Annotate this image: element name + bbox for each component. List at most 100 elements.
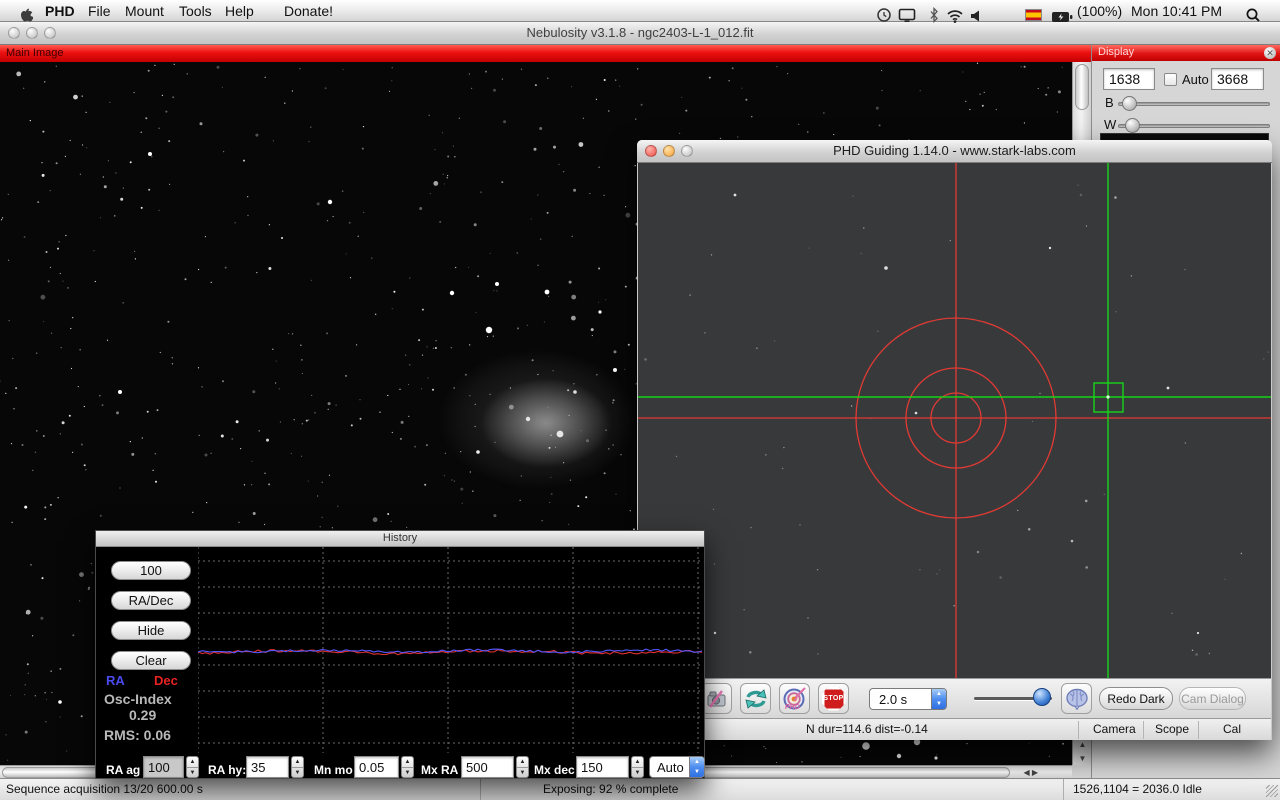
guide-star — [1106, 395, 1109, 398]
w-slider-thumb[interactable] — [1125, 118, 1140, 133]
dec-guide-mode-select[interactable]: Auto ▲▼ — [649, 756, 705, 778]
menu-file[interactable]: File — [88, 0, 111, 22]
apple-menu[interactable] — [19, 3, 33, 25]
dec-guide-mode-stepper[interactable]: ▲▼ — [689, 757, 704, 777]
guide-overlay — [638, 163, 1271, 678]
menu-mount[interactable]: Mount — [125, 0, 164, 22]
hide-button[interactable]: Hide — [111, 621, 191, 640]
b-slider-thumb[interactable] — [1122, 96, 1137, 111]
exposure-stepper[interactable]: ▲▼ — [931, 689, 946, 709]
bluetooth-menu[interactable] — [928, 3, 940, 25]
display-panel-header[interactable]: Display ✕ — [1092, 45, 1280, 61]
b-slider-label: B — [1105, 95, 1114, 110]
window-title: History — [383, 532, 417, 544]
start-guiding-button[interactable]: PHD — [779, 683, 810, 714]
window-title: PHD Guiding 1.14.0 - www.stark-labs.com — [833, 143, 1076, 158]
wifi-menu[interactable] — [946, 4, 964, 26]
menu-tools[interactable]: Tools — [179, 0, 212, 22]
ra-aggressiveness-label: RA ag — [106, 760, 140, 780]
minimize-button[interactable] — [26, 27, 38, 39]
phd-toolbar: PHD STOP 2.0 s ▲▼ — [638, 678, 1271, 718]
time-machine-icon — [876, 7, 892, 23]
phd-status-bar: N dur=114.6 dist=-0.14 Camera Scope Cal — [638, 718, 1271, 740]
w-slider-label: W — [1104, 117, 1116, 132]
max-dec-field[interactable]: 150 — [576, 756, 629, 778]
ra-aggressiveness-stepper[interactable]: ▲▼ — [186, 756, 199, 778]
zoom-button[interactable] — [681, 145, 693, 157]
brain-icon — [1065, 688, 1089, 710]
window-title: Nebulosity v3.1.8 - ngc2403-L-1_012.fit — [527, 25, 754, 40]
max-dec-label: Mx dec — [534, 760, 575, 780]
max-ra-field[interactable]: 500 — [461, 756, 514, 778]
cal-status: Cal — [1223, 719, 1241, 740]
display-panel-title: Display — [1098, 46, 1134, 58]
osc-index-value: 0.29 — [129, 707, 156, 723]
camera-setup-button[interactable] — [701, 683, 732, 714]
ra-hysteresis-stepper[interactable]: ▲▼ — [291, 756, 304, 778]
close-icon[interactable]: ✕ — [1264, 47, 1276, 59]
nebulosity-titlebar[interactable]: Nebulosity v3.1.8 - ngc2403-L-1_012.fit — [0, 22, 1280, 45]
volume-menu[interactable] — [970, 4, 984, 26]
ra-hysteresis-field[interactable]: 35 — [246, 756, 289, 778]
menu-donate[interactable]: Donate! — [284, 0, 333, 22]
redo-dark-button[interactable]: Redo Dark — [1099, 687, 1173, 710]
spotlight-menu[interactable] — [1245, 3, 1261, 25]
scope-status: Scope — [1155, 719, 1189, 740]
phd-target-icon: PHD — [783, 687, 807, 711]
gamma-slider-knob[interactable] — [1033, 688, 1051, 706]
w-slider-track[interactable] — [1118, 124, 1270, 128]
advanced-settings-button[interactable] — [1061, 683, 1092, 714]
minimize-button[interactable] — [663, 145, 675, 157]
dec-guide-mode-value: Auto — [650, 757, 689, 777]
status-pixel-readout: 1526,1104 = 2036.0 Idle — [1073, 779, 1202, 800]
ra-dec-toggle-button[interactable]: RA/Dec — [111, 591, 191, 610]
guide-history-graph — [198, 547, 702, 753]
status-sequence: Sequence acquisition 13/20 600.00 s — [6, 779, 203, 800]
loop-exposures-button[interactable] — [740, 683, 771, 714]
time-machine-menu[interactable] — [876, 3, 892, 25]
clear-button[interactable]: Clear — [111, 651, 191, 670]
input-source-menu[interactable] — [1025, 5, 1042, 27]
history-length-button[interactable]: 100 — [111, 561, 191, 580]
battery-menu[interactable] — [1051, 5, 1073, 27]
displays-menu[interactable] — [898, 3, 916, 25]
max-dec-stepper[interactable]: ▲▼ — [631, 756, 644, 778]
guide-camera-view[interactable] — [638, 163, 1271, 678]
main-image-pane-header: Main Image — [0, 45, 1091, 62]
close-button[interactable] — [8, 27, 20, 39]
auto-checkbox[interactable] — [1164, 73, 1177, 86]
ra-legend: RA — [106, 673, 125, 688]
desktop: Nebulosity v3.1.8 - ngc2403-L-1_012.fit … — [0, 0, 1280, 800]
resize-grip[interactable] — [1266, 785, 1278, 797]
stop-button[interactable]: STOP — [818, 683, 849, 714]
menu-bar: PHD File Mount Tools Help Donate! — [0, 0, 1280, 22]
cam-dialog-button[interactable]: Cam Dialog — [1179, 687, 1246, 710]
app-menu-phd[interactable]: PHD — [45, 0, 75, 22]
exposure-duration-select[interactable]: 2.0 s ▲▼ — [869, 688, 947, 710]
white-point-field[interactable]: 3668 — [1211, 68, 1264, 90]
status-exposing: Exposing: 92 % complete — [543, 779, 678, 800]
min-motion-stepper[interactable]: ▲▼ — [401, 756, 414, 778]
history-window: History 100 RA/Dec Hide Clear RA Dec Osc… — [95, 530, 705, 779]
battery-icon — [1051, 11, 1073, 23]
vertical-scroll-thumb[interactable] — [1075, 64, 1089, 110]
volume-icon — [970, 9, 984, 23]
b-slider-track[interactable] — [1118, 102, 1270, 106]
history-titlebar[interactable]: History — [96, 531, 704, 547]
zoom-button[interactable] — [44, 27, 56, 39]
menu-help[interactable]: Help — [225, 0, 254, 22]
guide-status-message: N dur=114.6 dist=-0.14 — [806, 719, 928, 740]
min-motion-label: Mn mo — [314, 760, 353, 780]
exposure-duration-value: 2.0 s — [870, 689, 931, 709]
nebulosity-status-bar: Sequence acquisition 13/20 600.00 s Expo… — [0, 778, 1280, 800]
vertical-scroll-arrows[interactable]: ▲▼ — [1073, 737, 1092, 765]
auto-label: Auto — [1182, 72, 1209, 87]
min-motion-field[interactable]: 0.05 — [354, 756, 399, 778]
menu-clock[interactable]: Mon 10:41 PM — [1131, 0, 1222, 22]
ra-aggressiveness-field[interactable]: 100 — [143, 756, 184, 778]
max-ra-stepper[interactable]: ▲▼ — [516, 756, 529, 778]
black-point-field[interactable]: 1638 — [1103, 68, 1155, 90]
svg-text:PHD: PHD — [785, 704, 800, 711]
phd-titlebar[interactable]: PHD Guiding 1.14.0 - www.stark-labs.com — [637, 140, 1272, 163]
close-button[interactable] — [645, 145, 657, 157]
